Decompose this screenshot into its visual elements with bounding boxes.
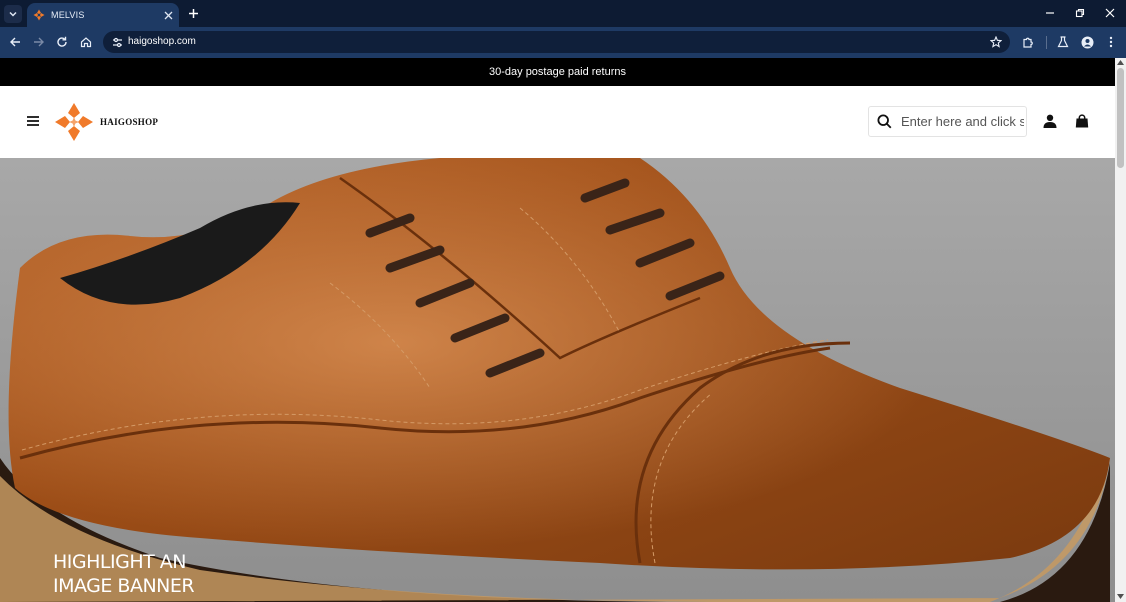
back-button[interactable] [7, 34, 23, 50]
back-arrow-icon [10, 37, 20, 47]
menu-button[interactable] [24, 112, 42, 130]
plus-icon [188, 8, 198, 18]
kebab-icon [1109, 36, 1113, 48]
announcement-bar: 30-day postage paid returns [0, 58, 1115, 86]
search-input[interactable] [899, 114, 1024, 129]
minimize-icon [1046, 12, 1054, 14]
triangle-down-icon [1117, 594, 1124, 599]
scroll-up-button[interactable] [1117, 60, 1124, 66]
banner-headline-line1: HIGHLIGHT AN [53, 551, 186, 573]
browser-menu-button[interactable] [1103, 34, 1119, 50]
tab-close-button[interactable] [161, 8, 175, 22]
banner-headline: HIGHLIGHT AN IMAGE BANNER [53, 550, 195, 598]
flask-icon [1057, 36, 1069, 48]
restore-button[interactable] [1072, 5, 1088, 21]
scroll-down-button[interactable] [1117, 594, 1124, 600]
new-tab-button[interactable] [185, 5, 201, 21]
close-icon [164, 11, 172, 19]
forward-arrow-icon [34, 37, 44, 47]
star-icon [990, 36, 1002, 48]
site-logo[interactable]: HAIGOSHOP [54, 102, 158, 142]
search-icon [876, 114, 891, 129]
shopping-bag-icon [1075, 114, 1089, 128]
forward-button[interactable] [31, 34, 47, 50]
close-icon [1105, 8, 1115, 18]
browser-tab-strip: MELVIS [0, 0, 1126, 27]
site-header: HAIGOSHOP [0, 86, 1115, 158]
search-box [868, 106, 1027, 137]
announcement-text: 30-day postage paid returns [489, 66, 626, 78]
extensions-button[interactable] [1020, 34, 1036, 50]
bookmark-button[interactable] [988, 34, 1004, 50]
cart-button[interactable] [1074, 113, 1090, 129]
profile-button[interactable] [1079, 34, 1095, 50]
image-banner[interactable]: HIGHLIGHT AN IMAGE BANNER [0, 158, 1115, 602]
banner-headline-line2: IMAGE BANNER [53, 575, 195, 597]
minimize-button[interactable] [1042, 5, 1058, 21]
tune-icon [112, 37, 122, 47]
reload-button[interactable] [54, 34, 70, 50]
profile-icon [1081, 36, 1093, 48]
search-button[interactable] [869, 107, 899, 136]
shoe-image [0, 158, 1115, 602]
triangle-up-icon [1117, 60, 1124, 65]
chevron-down-icon [9, 11, 17, 17]
reload-icon [57, 36, 67, 47]
scrollbar-thumb[interactable] [1117, 68, 1124, 168]
account-button[interactable] [1042, 113, 1058, 129]
site-info-button[interactable] [109, 34, 125, 50]
restore-icon [1075, 8, 1085, 18]
puzzle-icon [1022, 37, 1033, 48]
address-bar[interactable]: haigoshop.com [103, 31, 1010, 53]
tab-search-button[interactable] [4, 5, 22, 23]
home-button[interactable] [78, 34, 94, 50]
home-icon [80, 37, 92, 48]
close-window-button[interactable] [1102, 5, 1118, 21]
tab-title: MELVIS [51, 10, 85, 20]
browser-tab[interactable]: MELVIS [27, 3, 179, 27]
logo-icon [55, 103, 93, 141]
url-text[interactable]: haigoshop.com [128, 36, 196, 47]
user-icon [1043, 114, 1057, 128]
logo-text: HAIGOSHOP [100, 117, 159, 127]
logo-icon [33, 9, 45, 21]
labs-button[interactable] [1055, 34, 1071, 50]
hamburger-icon [27, 116, 39, 126]
toolbar-divider [1046, 36, 1047, 49]
